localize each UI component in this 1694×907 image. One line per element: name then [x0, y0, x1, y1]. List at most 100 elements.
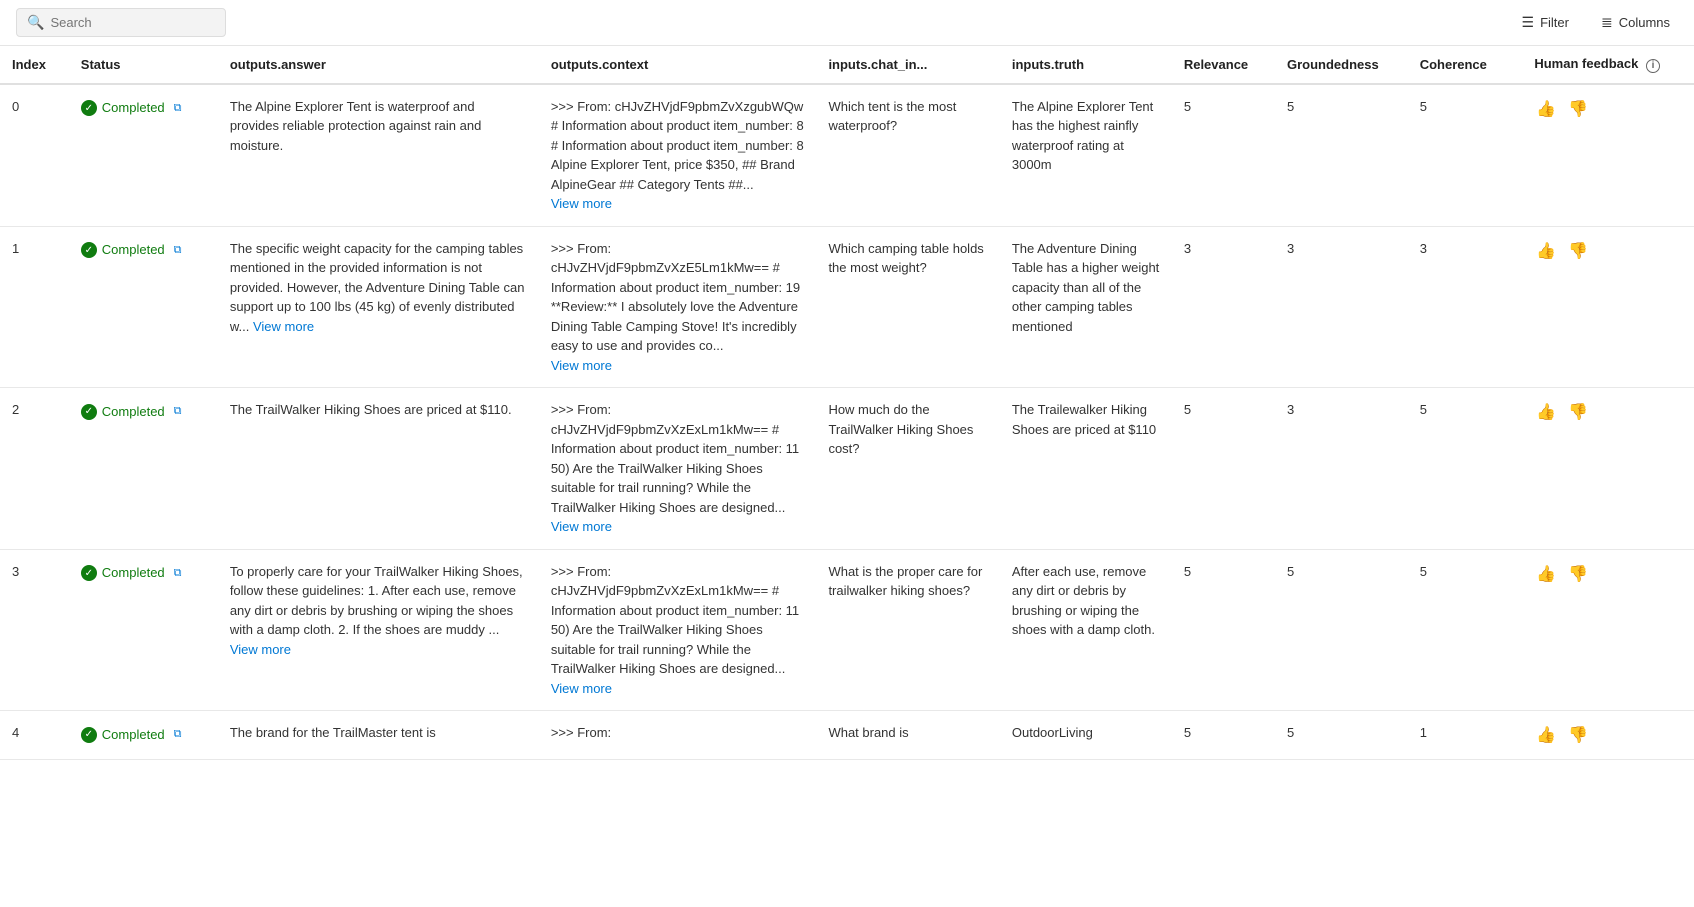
- status-badge: ✓Completed⧉: [81, 240, 182, 260]
- cell-status: ✓ Completed ⧉: [69, 549, 218, 711]
- cell-groundedness: 5: [1275, 711, 1408, 760]
- context-text: >>> From: cHJvZHVjdF9pbmZvXzE5Lm1kMw== #…: [551, 241, 800, 354]
- cell-status: ✓Completed⧉: [69, 84, 218, 227]
- cell-status: ✓Completed⧉: [69, 711, 218, 760]
- cell-truth: The Adventure Dining Table has a higher …: [1000, 226, 1172, 388]
- thumbs-up-button[interactable]: 👍: [1534, 400, 1558, 424]
- external-link-icon[interactable]: ⧉: [174, 242, 182, 259]
- status-badge: ✓ Completed ⧉: [81, 563, 182, 583]
- context-view-more[interactable]: View more: [551, 681, 612, 696]
- context-text: >>> From:: [551, 725, 611, 740]
- cell-status: ✓Completed⧉: [69, 388, 218, 550]
- thumbs-up-button[interactable]: 👍: [1534, 97, 1558, 121]
- thumbs-down-button[interactable]: 👎: [1566, 239, 1590, 263]
- status-label: Completed: [102, 240, 165, 260]
- columns-button[interactable]: ≣ Columns: [1593, 10, 1678, 35]
- cell-chat-input: What is the proper care for trailwalker …: [816, 549, 999, 711]
- answer-text: The brand for the TrailMaster tent is: [230, 725, 436, 740]
- status-label: Completed: [102, 402, 165, 422]
- data-table: Index Status outputs.answer outputs.cont…: [0, 46, 1694, 760]
- feedback-icons: 👍👎: [1534, 562, 1682, 586]
- feedback-info-icon[interactable]: i: [1646, 59, 1660, 73]
- status-badge: ✓Completed⧉: [81, 402, 182, 422]
- cell-index: 3: [0, 549, 69, 711]
- cell-human-feedback: 👍👎: [1522, 388, 1694, 550]
- cell-groundedness: 5: [1275, 549, 1408, 711]
- answer-text: The Alpine Explorer Tent is waterproof a…: [230, 99, 482, 153]
- cell-index: 2: [0, 388, 69, 550]
- cell-coherence: 1: [1408, 711, 1523, 760]
- col-header-chat: inputs.chat_in...: [816, 46, 999, 84]
- table-row: 1✓Completed⧉The specific weight capacity…: [0, 226, 1694, 388]
- feedback-icons: 👍👎: [1534, 723, 1682, 747]
- external-link-icon[interactable]: ⧉: [174, 100, 182, 117]
- col-header-context: outputs.context: [539, 46, 817, 84]
- col-header-coherence: Coherence: [1408, 46, 1523, 84]
- thumbs-up-button[interactable]: 👍: [1534, 239, 1558, 263]
- cell-human-feedback: 👍👎: [1522, 549, 1694, 711]
- thumbs-down-button[interactable]: 👎: [1566, 723, 1590, 747]
- answer-view-more[interactable]: View more: [230, 642, 291, 657]
- cell-truth: After each use, remove any dirt or debri…: [1000, 549, 1172, 711]
- cell-groundedness: 5: [1275, 84, 1408, 227]
- thumbs-up-button[interactable]: 👍: [1534, 562, 1558, 586]
- cell-human-feedback: 👍👎: [1522, 226, 1694, 388]
- cell-human-feedback: 👍👎: [1522, 711, 1694, 760]
- cell-chat-input: Which camping table holds the most weigh…: [816, 226, 999, 388]
- cell-index: 0: [0, 84, 69, 227]
- answer-view-more[interactable]: View more: [253, 319, 314, 334]
- col-header-relevance: Relevance: [1172, 46, 1275, 84]
- cell-answer: The TrailWalker Hiking Shoes are priced …: [218, 388, 539, 550]
- col-header-feedback: Human feedback i: [1522, 46, 1694, 84]
- cell-relevance: 5: [1172, 84, 1275, 227]
- cell-status: ✓Completed⧉: [69, 226, 218, 388]
- context-view-more[interactable]: View more: [551, 519, 612, 534]
- cell-coherence: 5: [1408, 388, 1523, 550]
- table-body: 0 ✓ Completed ⧉ The Alpine Explorer Tent is …: [0, 84, 1694, 760]
- context-view-more[interactable]: View more: [551, 358, 612, 373]
- status-label: Completed: [102, 725, 165, 745]
- context-text: >>> From: cHJvZHVjdF9pbmZvXzgubWQw # Inf…: [551, 99, 804, 192]
- context-text: >>> From: cHJvZHVjdF9pbmZvXzExLm1kMw== #…: [551, 402, 799, 515]
- col-header-status: Status: [69, 46, 218, 84]
- cell-groundedness: 3: [1275, 388, 1408, 550]
- cell-relevance: 5: [1172, 549, 1275, 711]
- search-input[interactable]: [50, 15, 215, 30]
- col-header-truth: inputs.truth: [1000, 46, 1172, 84]
- cell-chat-input: How much do the TrailWalker Hiking Shoes…: [816, 388, 999, 550]
- thumbs-down-button[interactable]: 👎: [1566, 97, 1590, 121]
- cell-coherence: 3: [1408, 226, 1523, 388]
- cell-context: >>> From: cHJvZHVjdF9pbmZvXzgubWQw # Inf…: [539, 84, 817, 227]
- status-label: Completed: [102, 563, 165, 583]
- col-header-index: Index: [0, 46, 69, 84]
- external-link-icon[interactable]: ⧉: [174, 726, 182, 743]
- completed-icon: ✓: [81, 565, 97, 581]
- table-row: 2✓Completed⧉The TrailWalker Hiking Shoes…: [0, 388, 1694, 550]
- context-view-more[interactable]: View more: [551, 196, 612, 211]
- toolbar-right: ☰ Filter ≣ Columns: [1514, 10, 1678, 35]
- thumbs-up-button[interactable]: 👍: [1534, 723, 1558, 747]
- cell-chat-input: What brand is: [816, 711, 999, 760]
- cell-index: 4: [0, 711, 69, 760]
- thumbs-down-button[interactable]: 👎: [1566, 400, 1590, 424]
- table-row: 0✓Completed⧉The Alpine Explorer Tent is …: [0, 84, 1694, 227]
- thumbs-down-button[interactable]: 👎: [1566, 562, 1590, 586]
- cell-truth: The Alpine Explorer Tent has the highest…: [1000, 84, 1172, 227]
- filter-icon: ☰: [1522, 14, 1535, 31]
- search-box[interactable]: 🔍: [16, 8, 226, 37]
- cell-truth: The Trailewalker Hiking Shoes are priced…: [1000, 388, 1172, 550]
- status-label: Completed: [102, 98, 165, 118]
- cell-coherence: 5: [1408, 84, 1523, 227]
- external-link-icon[interactable]: ⧉: [174, 403, 182, 420]
- answer-text: The TrailWalker Hiking Shoes are priced …: [230, 402, 512, 417]
- external-link-icon[interactable]: ⧉: [174, 565, 182, 582]
- col-header-answer: outputs.answer: [218, 46, 539, 84]
- status-badge: ✓Completed⧉: [81, 98, 182, 118]
- cell-answer: To properly care for your TrailWalker Hi…: [218, 549, 539, 711]
- table-header: Index Status outputs.answer outputs.cont…: [0, 46, 1694, 84]
- data-table-container: Index Status outputs.answer outputs.cont…: [0, 46, 1694, 760]
- cell-context: >>> From: cHJvZHVjdF9pbmZvXzExLm1kMw== #…: [539, 549, 817, 711]
- feedback-icons: 👍👎: [1534, 239, 1682, 263]
- filter-button[interactable]: ☰ Filter: [1514, 10, 1577, 35]
- cell-relevance: 5: [1172, 711, 1275, 760]
